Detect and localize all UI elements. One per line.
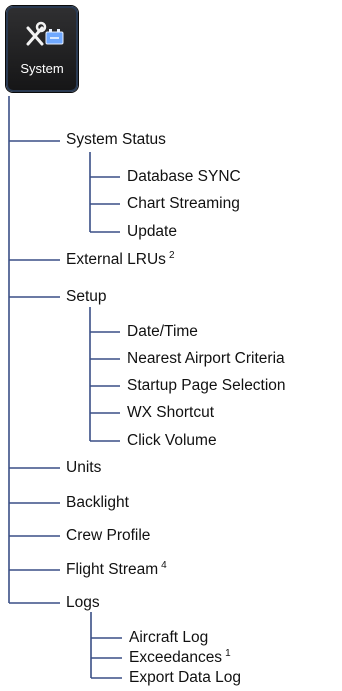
menu-item-label: Crew Profile (66, 527, 151, 544)
submenu-item-aircraft-log[interactable]: Aircraft Log (129, 629, 208, 647)
menu-item-label: Flight Stream (66, 561, 159, 578)
submenu-item-label: WX Shortcut (127, 404, 214, 421)
submenu-item-startup-page-selection[interactable]: Startup Page Selection (127, 377, 286, 395)
submenu-item-click-volume[interactable]: Click Volume (127, 432, 217, 450)
menu-item-label: External LRUs (66, 251, 166, 268)
menu-item-logs[interactable]: Logs (66, 594, 100, 612)
submenu-item-label: Date/Time (127, 323, 198, 340)
submenu-item-label: Export Data Log (129, 669, 242, 686)
submenu-item-update[interactable]: Update (127, 223, 177, 241)
menu-item-label: Logs (66, 594, 100, 611)
menu-item-label: Backlight (66, 494, 129, 511)
menu-item-backlight[interactable]: Backlight (66, 494, 129, 512)
menu-tree-lines (8, 96, 122, 679)
footnote-marker: 1 (225, 647, 231, 659)
menu-item-label: Units (66, 459, 102, 476)
submenu-item-label: Exceedances (129, 649, 223, 666)
menu-item-external-lrus[interactable]: External LRUs 2 (66, 249, 175, 269)
submenu-item-database-sync[interactable]: Database SYNC (127, 168, 241, 186)
submenu-item-label: Click Volume (127, 432, 217, 449)
submenu-item-label: Chart Streaming (127, 195, 240, 212)
menu-item-system-status[interactable]: System Status (66, 131, 166, 149)
submenu-item-label: Nearest Airport Criteria (127, 350, 285, 367)
footnote-marker: 2 (168, 249, 175, 261)
submenu-item-nearest-airport-criteria[interactable]: Nearest Airport Criteria (127, 350, 285, 368)
submenu-item-exceedances[interactable]: Exceedances 1 (129, 647, 231, 667)
menu-item-units[interactable]: Units (66, 459, 101, 477)
submenu-item-export-data-log[interactable]: Export Data Log (129, 669, 241, 687)
menu-item-label: System Status (66, 131, 166, 148)
submenu-item-wx-shortcut[interactable]: WX Shortcut (127, 404, 214, 422)
submenu-item-label: Startup Page Selection (127, 377, 286, 394)
menu-item-label: Setup (66, 288, 107, 305)
menu-item-crew-profile[interactable]: Crew Profile (66, 527, 150, 545)
submenu-item-date-time[interactable]: Date/Time (127, 323, 198, 341)
submenu-item-label: Database SYNC (127, 168, 241, 185)
submenu-item-chart-streaming[interactable]: Chart Streaming (127, 195, 240, 213)
menu-item-flight-stream[interactable]: Flight Stream 4 (66, 559, 167, 579)
menu-item-setup[interactable]: Setup (66, 288, 107, 306)
footnote-marker: 4 (161, 559, 167, 571)
submenu-item-label: Update (127, 223, 177, 240)
submenu-item-label: Aircraft Log (129, 629, 209, 646)
